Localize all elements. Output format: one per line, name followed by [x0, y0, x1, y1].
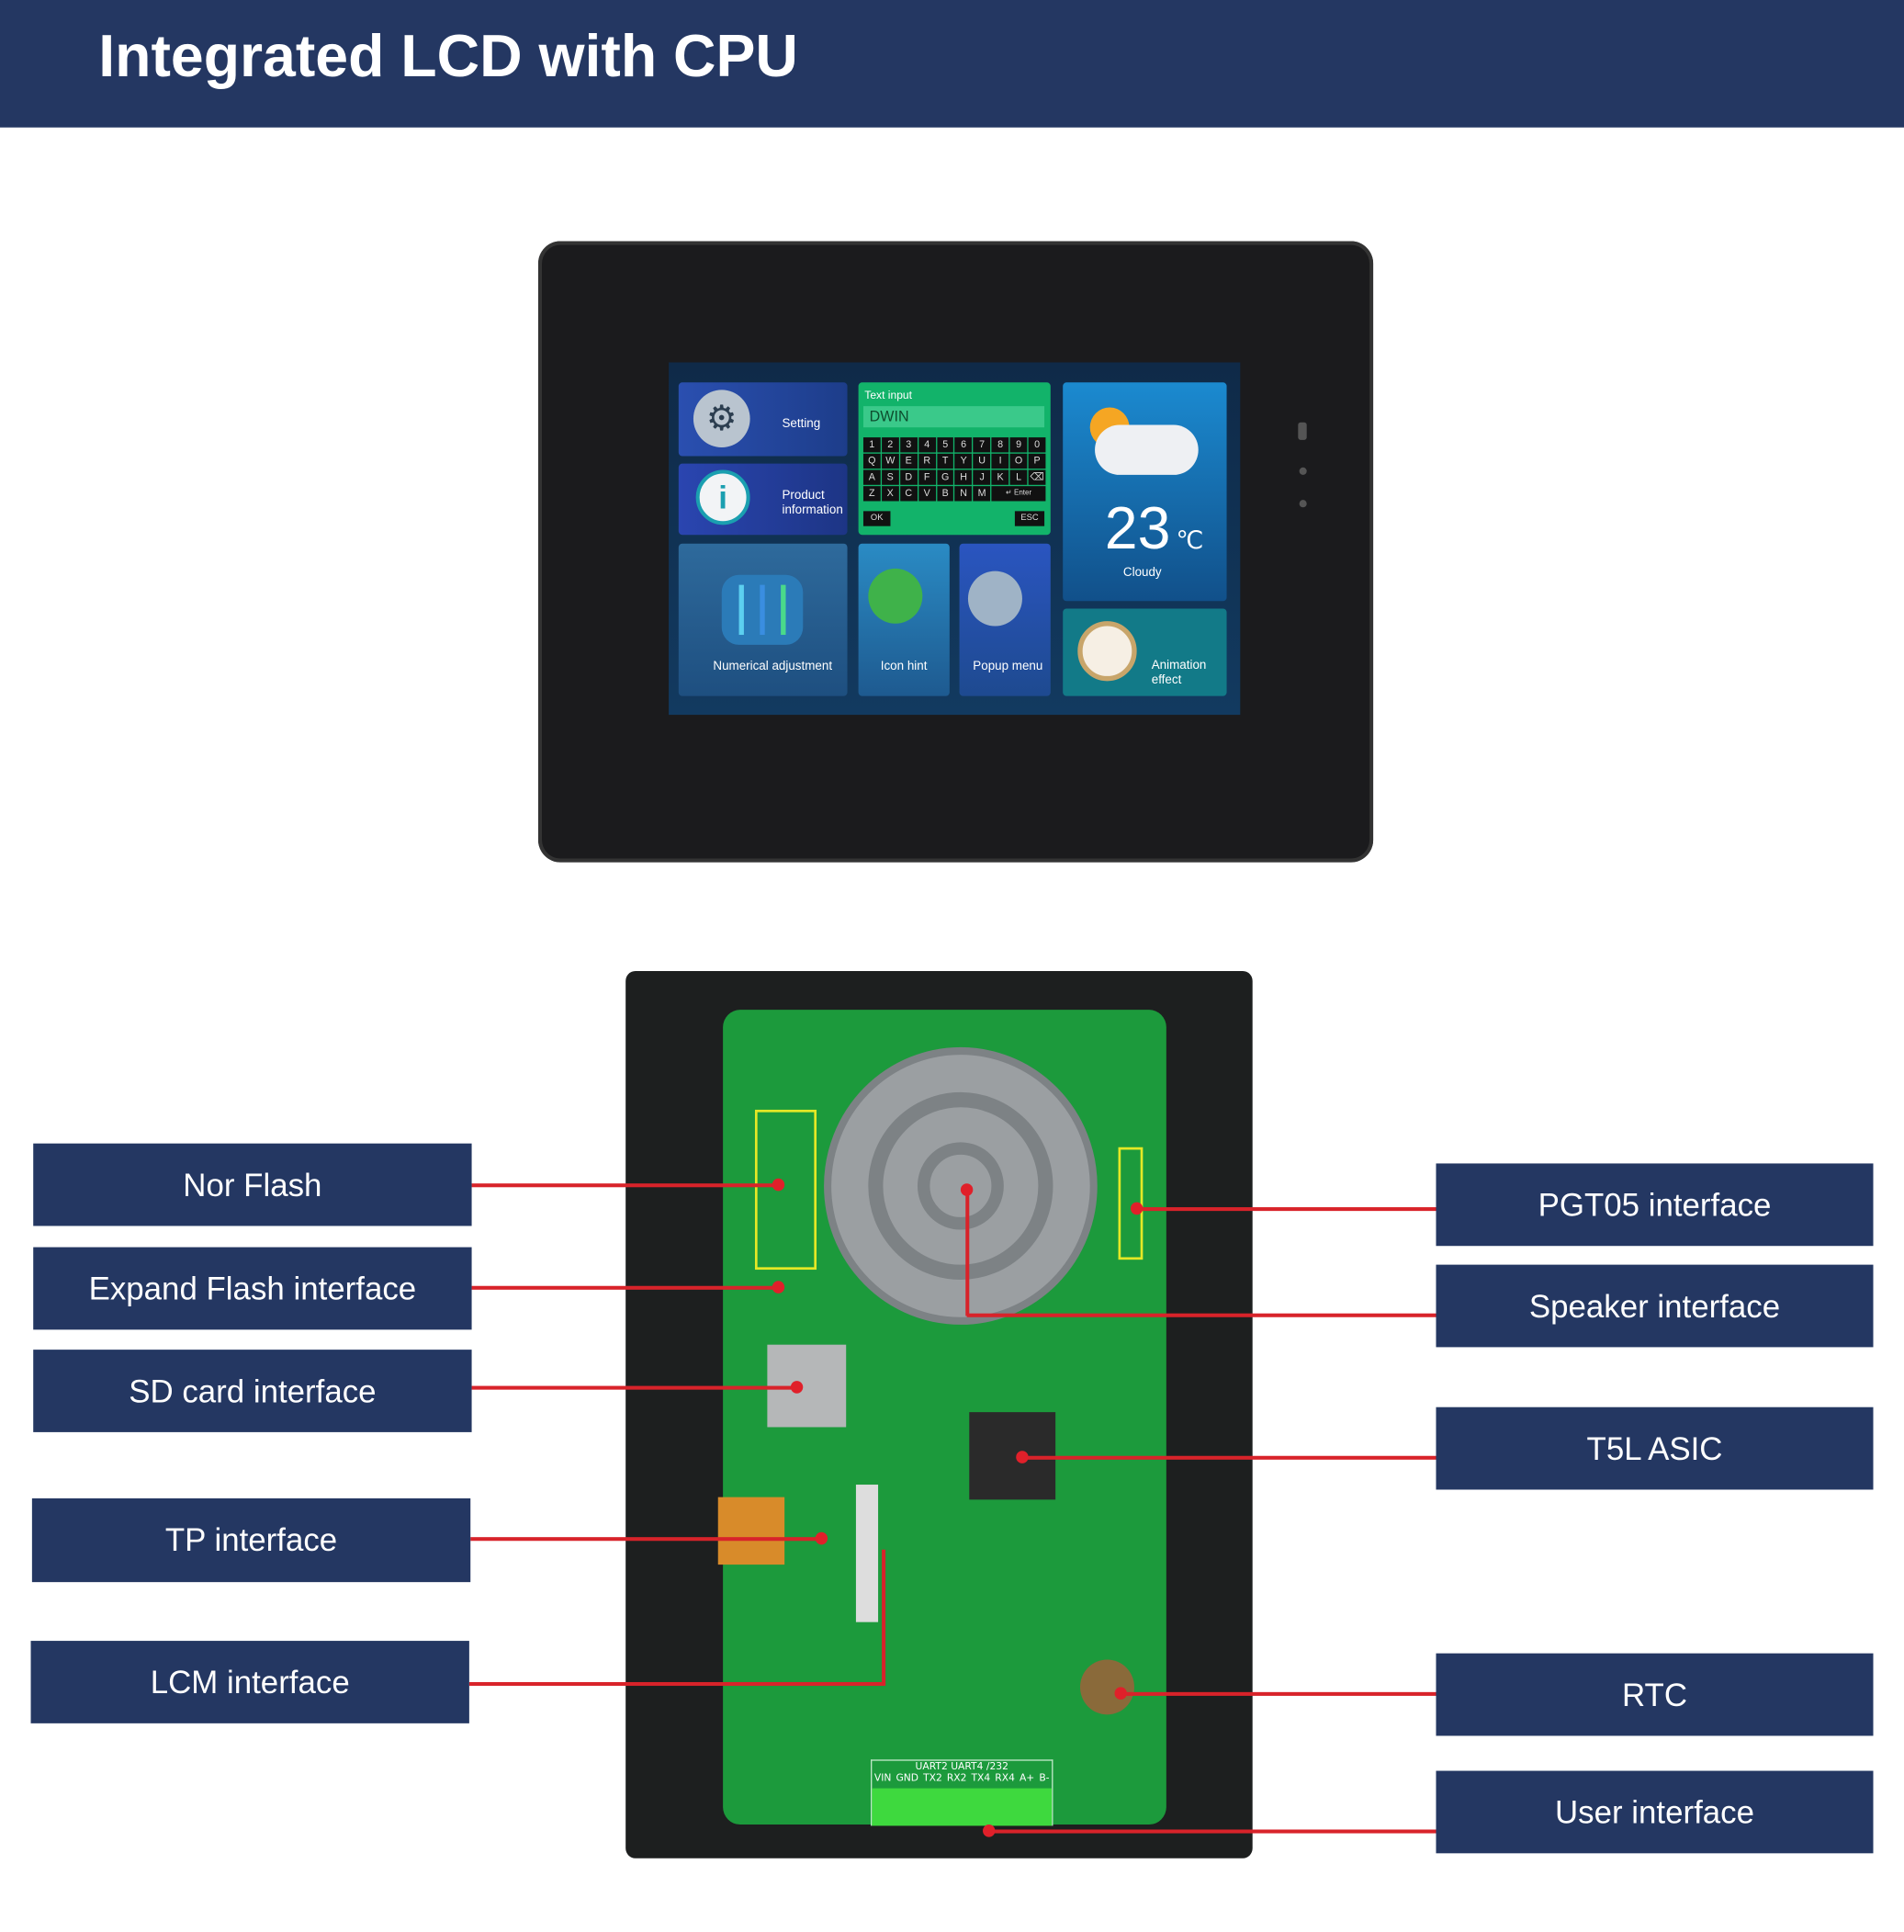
- key[interactable]: H: [954, 469, 973, 485]
- label-rtc: RTC: [1436, 1653, 1874, 1736]
- key[interactable]: K: [991, 469, 1009, 485]
- key[interactable]: Z: [862, 486, 881, 502]
- page-title: Integrated LCD with CPU: [98, 23, 798, 90]
- tile-icon-hint[interactable]: Icon hint: [858, 543, 950, 696]
- key[interactable]: 8: [991, 437, 1009, 453]
- label-lcm-interface: LCM interface: [30, 1641, 469, 1723]
- nor-flash-chips: [754, 1109, 817, 1271]
- label-nor-flash: Nor Flash: [33, 1143, 472, 1226]
- title-banner: Integrated LCD with CPU: [0, 0, 1904, 128]
- terminal-block[interactable]: UART2 UART4 /232 VIN GND TX2 RX2 TX4 RX4 A+ B-: [871, 1759, 1053, 1826]
- icon-hint-label: Icon hint: [880, 660, 928, 674]
- key[interactable]: B: [936, 486, 954, 502]
- windows-icon: [868, 568, 923, 624]
- key[interactable]: I: [991, 453, 1009, 469]
- tile-product-info[interactable]: i Product information: [678, 463, 848, 536]
- key[interactable]: 5: [936, 437, 954, 453]
- key[interactable]: ⌫: [1028, 469, 1046, 485]
- key[interactable]: A: [862, 469, 881, 485]
- key[interactable]: 9: [1009, 437, 1028, 453]
- led-icon: [1299, 500, 1307, 508]
- text-input-field[interactable]: DWIN: [862, 406, 1045, 428]
- animation-effect-label: Animation effect: [1151, 658, 1207, 688]
- temperature-value: 23: [1104, 496, 1171, 563]
- key[interactable]: G: [936, 469, 954, 485]
- lcd-screen: ⚙ Setting i Product information Text inp…: [669, 362, 1241, 716]
- key[interactable]: M: [973, 486, 991, 502]
- key[interactable]: 4: [918, 437, 936, 453]
- setting-label: Setting: [782, 417, 821, 432]
- rtc-battery: [1079, 1659, 1134, 1715]
- tile-popup-menu[interactable]: Popup menu: [959, 543, 1051, 696]
- key[interactable]: L: [1009, 469, 1028, 485]
- terminal-pin-label: RX2: [946, 1771, 967, 1784]
- key[interactable]: T: [936, 453, 954, 469]
- key[interactable]: U: [973, 453, 991, 469]
- key[interactable]: O: [1009, 453, 1028, 469]
- label-tp-interface: TP interface: [31, 1497, 471, 1583]
- touch-icon: [1077, 621, 1137, 682]
- keyboard: 1 2 3 4 5 6 7 8 9 0 Q W E R T Y U I O P A S D F G H J K L ⌫ Z X C V B N M ↵ E…: [862, 437, 1046, 502]
- weather-label: Cloudy: [1122, 566, 1162, 581]
- label-user-interface: User interface: [1436, 1770, 1874, 1854]
- cloud-icon: [1095, 424, 1199, 475]
- key[interactable]: D: [899, 469, 918, 485]
- key[interactable]: F: [918, 469, 936, 485]
- label-t5l-asic: T5L ASIC: [1436, 1407, 1874, 1490]
- label-pgt05-interface: PGT05 interface: [1436, 1163, 1874, 1247]
- tile-text-input[interactable]: Text input DWIN 1234567890 QWERTYUIOP ASDF…: [858, 382, 1051, 536]
- esc-key[interactable]: ESC: [1014, 511, 1045, 526]
- terminal-group-label: UART2 UART4 /232: [915, 1760, 1008, 1772]
- key[interactable]: X: [881, 486, 899, 502]
- led-icon: [1299, 467, 1307, 475]
- key[interactable]: 2: [881, 437, 899, 453]
- key[interactable]: 3: [899, 437, 918, 453]
- key[interactable]: N: [954, 486, 973, 502]
- terminal-pin-label: TX4: [971, 1771, 991, 1784]
- lcm-connector: [855, 1485, 879, 1622]
- tile-setting[interactable]: ⚙ Setting: [678, 382, 848, 457]
- terminal-pin-label: VIN: [873, 1771, 892, 1784]
- sensor-icon: [1298, 422, 1307, 440]
- terminal-pin-label: RX4: [995, 1771, 1015, 1784]
- label-sd-card-interface: SD card interface: [33, 1350, 472, 1432]
- tile-animation-effect[interactable]: Animation effect: [1063, 608, 1227, 696]
- sliders-icon: [721, 574, 804, 645]
- key[interactable]: C: [899, 486, 918, 502]
- layers-icon: [967, 571, 1022, 627]
- product-info-label: Product information: [782, 488, 843, 518]
- pcb-board: UART2 UART4 /232 VIN GND TX2 RX2 TX4 RX4 A+ B-: [717, 1010, 1166, 1826]
- key[interactable]: W: [881, 453, 899, 469]
- terminal-pin-label: TX2: [923, 1771, 942, 1784]
- key[interactable]: S: [881, 469, 899, 485]
- temperature-unit: ℃: [1176, 527, 1204, 555]
- key[interactable]: E: [899, 453, 918, 469]
- label-speaker-interface: Speaker interface: [1436, 1264, 1874, 1348]
- key[interactable]: 0: [1028, 437, 1046, 453]
- key[interactable]: V: [918, 486, 936, 502]
- terminal-pin-label: A+: [1019, 1771, 1035, 1784]
- key[interactable]: J: [973, 469, 991, 485]
- key[interactable]: 6: [954, 437, 973, 453]
- key[interactable]: Q: [862, 453, 881, 469]
- tile-numerical-adjustment[interactable]: Numerical adjustment: [678, 543, 848, 696]
- popup-menu-label: Popup menu: [973, 660, 1043, 674]
- key[interactable]: 7: [973, 437, 991, 453]
- ok-key[interactable]: OK: [862, 511, 891, 526]
- key[interactable]: P: [1028, 453, 1046, 469]
- key[interactable]: R: [918, 453, 936, 469]
- key[interactable]: ↵ Enter: [991, 486, 1046, 502]
- gear-icon: ⚙: [693, 390, 750, 447]
- key[interactable]: 1: [862, 437, 881, 453]
- numerical-adjustment-label: Numerical adjustment: [713, 660, 833, 674]
- terminal-pin-label: B-: [1039, 1771, 1050, 1784]
- key[interactable]: Y: [954, 453, 973, 469]
- qr-label: [717, 1497, 785, 1565]
- text-input-title: Text input: [864, 389, 912, 401]
- tile-weather[interactable]: 23 ℃ Cloudy: [1063, 382, 1227, 602]
- terminal-pin-label: GND: [896, 1771, 919, 1784]
- label-expand-flash-interface: Expand Flash interface: [33, 1247, 472, 1330]
- info-icon: i: [695, 469, 750, 525]
